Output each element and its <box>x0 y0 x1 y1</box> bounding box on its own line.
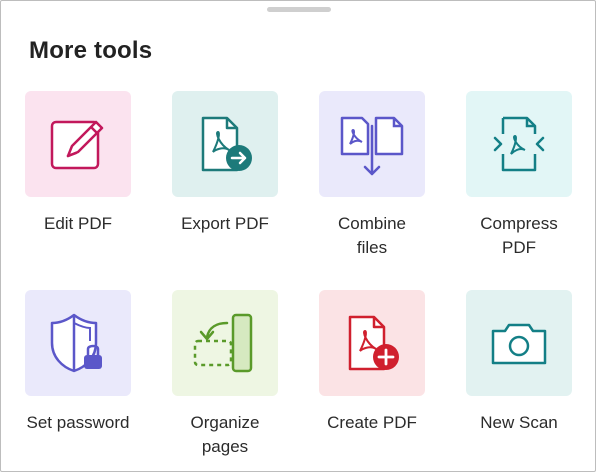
tool-compress-pdf[interactable]: Compress PDF <box>449 91 589 260</box>
tool-label: New Scan <box>480 413 558 432</box>
tool-tile[interactable] <box>466 290 572 396</box>
tool-label: Organize pages <box>190 413 260 456</box>
tool-label: Compress PDF <box>480 214 558 257</box>
tool-new-scan[interactable]: New Scan <box>449 290 589 435</box>
compress-pdf-icon <box>493 116 545 172</box>
tool-combine-files[interactable]: Combine files <box>302 91 442 260</box>
more-tools-sheet: More tools Edit PDF Export PDF Combine f… <box>0 0 596 472</box>
pencil-edit-icon <box>50 120 104 170</box>
pdf-export-icon <box>201 116 252 172</box>
tool-edit-pdf[interactable]: Edit PDF <box>8 91 148 236</box>
tool-tile[interactable] <box>319 290 425 396</box>
tool-label: Export PDF <box>181 214 269 233</box>
tool-tile[interactable] <box>172 290 278 396</box>
pdf-create-icon <box>348 315 399 371</box>
tool-label: Combine files <box>337 214 407 257</box>
tool-organize-pages[interactable]: Organize pages <box>155 290 295 459</box>
tool-tile[interactable] <box>319 91 425 197</box>
tool-create-pdf[interactable]: Create PDF <box>302 290 442 435</box>
tool-export-pdf[interactable]: Export PDF <box>155 91 295 236</box>
tool-set-password[interactable]: Set password <box>8 290 148 435</box>
tool-tile[interactable] <box>466 91 572 197</box>
tool-label: Set password <box>26 413 130 432</box>
page-title: More tools <box>29 37 153 64</box>
tool-tile[interactable] <box>25 290 131 396</box>
organize-pages-icon <box>193 313 253 373</box>
tool-tile[interactable] <box>25 91 131 197</box>
combine-files-icon <box>340 116 404 176</box>
tool-tile[interactable] <box>172 91 278 197</box>
drag-handle[interactable] <box>267 7 331 12</box>
camera-icon <box>491 323 547 365</box>
tool-label: Create PDF <box>327 413 417 432</box>
tool-label: Edit PDF <box>43 214 113 233</box>
shield-lock-icon <box>50 313 102 373</box>
